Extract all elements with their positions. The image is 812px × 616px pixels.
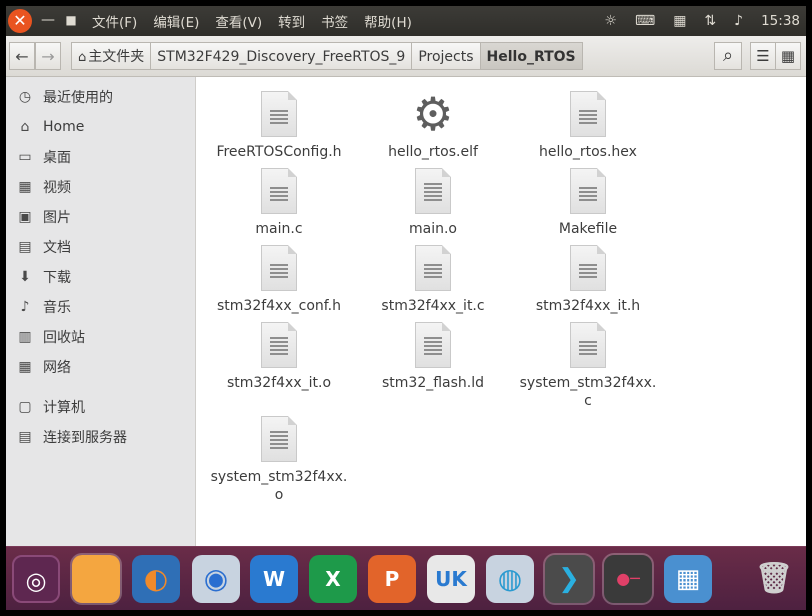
text-file-icon	[570, 91, 606, 137]
chromium-icon[interactable]: ◉	[192, 555, 240, 603]
breadcrumb-project-root[interactable]: STM32F429_Discovery_FreeRTOS_9	[150, 42, 413, 70]
text-file-icon	[261, 245, 297, 291]
document-icon: ▤	[18, 239, 32, 255]
remote-desktop-icon[interactable]: ●─	[602, 553, 654, 605]
file-item[interactable]: FreeRTOSConfig.h	[209, 91, 349, 161]
system-tray: ☼ ⌨ ▦ ⇅ ♪ 15:38	[604, 6, 800, 36]
breadcrumb-home[interactable]: ⌂ 主文件夹	[71, 42, 152, 70]
sidebar-item-home[interactable]: ⌂ Home	[16, 116, 85, 138]
text-file-icon	[415, 245, 451, 291]
file-item[interactable]: Makefile	[518, 168, 658, 238]
sidebar: ◷ 最近使用的 ⌂ Home ▭ 桌面 ▦ 视频 ▣ 图片 ▤ 文档 ⬇ 下载 ♪ 音乐 ▥ 回收…	[6, 77, 196, 546]
impress-icon[interactable]: P	[368, 555, 416, 603]
breadcrumb-hello-rtos[interactable]: Hello_RTOS	[479, 42, 583, 70]
file-item[interactable]: system_stm32f4xx.c	[518, 322, 658, 410]
sidebar-item-network[interactable]: ▦ 网络	[16, 356, 71, 378]
writer-icon[interactable]: W	[250, 555, 298, 603]
text-file-icon	[261, 91, 297, 137]
menu-bookmarks[interactable]: 书签	[321, 11, 348, 31]
trash-icon: ▥	[18, 329, 32, 345]
calc-icon[interactable]: X	[309, 555, 357, 603]
sidebar-item-desktop[interactable]: ▭ 桌面	[16, 146, 71, 168]
sidebar-item-recent[interactable]: ◷ 最近使用的	[16, 86, 113, 108]
file-item[interactable]: stm32_flash.ld	[363, 322, 503, 392]
maximize-icon[interactable]: ■	[63, 12, 79, 28]
network-places-icon: ▦	[18, 359, 32, 375]
sidebar-item-computer[interactable]: ▢ 计算机	[16, 396, 85, 418]
sidebar-item-pictures[interactable]: ▣ 图片	[16, 206, 71, 228]
music-icon: ♪	[20, 299, 30, 315]
sidebar-item-connect-server[interactable]: ▤ 连接到服务器	[16, 426, 127, 448]
breadcrumb: ⌂ 主文件夹 STM32F429_Discovery_FreeRTOS_9 Pro…	[71, 42, 583, 70]
text-file-icon	[261, 168, 297, 214]
video-icon: ▦	[18, 179, 32, 195]
back-button[interactable]: ←	[9, 42, 35, 70]
list-view-button[interactable]: ☰	[750, 42, 776, 70]
trash-dock-icon[interactable]: 🗑	[750, 555, 798, 603]
menu-view[interactable]: 查看(V)	[215, 11, 262, 31]
menu-edit[interactable]: 编辑(E)	[153, 11, 199, 31]
menu-bar: 文件(F) 编辑(E) 查看(V) 转到 书签 帮助(H)	[92, 6, 412, 36]
workspace-icon[interactable]: ▦	[664, 555, 712, 603]
dock: ◎ ◐ ◉ W X P UK ◍ ❯ ●─ ▦ 🗑	[6, 546, 806, 610]
sidebar-item-trash[interactable]: ▥ 回收站	[16, 326, 85, 348]
clock[interactable]: 15:38	[761, 13, 800, 29]
recent-icon: ◷	[18, 89, 32, 105]
toolbar: ← → ⌂ 主文件夹 STM32F429_Discovery_FreeRTOS_9…	[6, 36, 806, 77]
file-item[interactable]: main.c	[209, 168, 349, 238]
weather-icon[interactable]: ☼	[604, 13, 617, 29]
file-item[interactable]: stm32f4xx_it.c	[363, 245, 503, 315]
menu-file[interactable]: 文件(F)	[92, 11, 137, 31]
server-icon: ▤	[18, 429, 32, 445]
home-icon: ⌂	[20, 119, 30, 135]
network-icon[interactable]: ⇅	[704, 13, 716, 29]
file-grid: FreeRTOSConfig.h ⚙ hello_rtos.elf hello_…	[196, 77, 806, 546]
files-icon[interactable]	[70, 553, 122, 605]
grid-view-button[interactable]: ▦	[775, 42, 801, 70]
object-file-icon	[415, 168, 451, 214]
download-icon: ⬇	[19, 269, 31, 285]
forward-button[interactable]: →	[35, 42, 61, 70]
ubuntu-icon[interactable]: ◎	[12, 555, 60, 603]
minimize-icon[interactable]: —	[40, 12, 56, 28]
gear-icon: ⚙	[412, 87, 454, 141]
firefox-icon[interactable]: ◐	[132, 555, 180, 603]
computer-icon: ▢	[18, 399, 32, 415]
file-item[interactable]: ⚙ hello_rtos.elf	[363, 91, 503, 161]
software-center-icon[interactable]: UK	[427, 555, 475, 603]
text-file-icon	[570, 168, 606, 214]
file-item[interactable]: hello_rtos.hex	[518, 91, 658, 161]
object-file-icon	[415, 322, 451, 368]
object-file-icon	[261, 322, 297, 368]
sidebar-item-downloads[interactable]: ⬇ 下载	[16, 266, 71, 288]
close-icon[interactable]: ✕	[8, 9, 32, 33]
file-item[interactable]: stm32f4xx_it.h	[518, 245, 658, 315]
file-item[interactable]: stm32f4xx_conf.h	[209, 245, 349, 315]
text-file-icon	[570, 245, 606, 291]
breadcrumb-projects[interactable]: Projects	[411, 42, 481, 70]
calendar-icon[interactable]: ▦	[673, 13, 686, 29]
desktop-icon: ▭	[18, 149, 32, 165]
terminal-icon[interactable]: ❯	[543, 553, 595, 605]
menu-go[interactable]: 转到	[278, 11, 305, 31]
volume-icon[interactable]: ♪	[734, 13, 743, 29]
file-item[interactable]: stm32f4xx_it.o	[209, 322, 349, 392]
sidebar-item-videos[interactable]: ▦ 视频	[16, 176, 71, 198]
text-file-icon	[570, 322, 606, 368]
picture-icon: ▣	[18, 209, 32, 225]
system-tool-icon[interactable]: ◍	[486, 555, 534, 603]
object-file-icon	[261, 416, 297, 462]
sidebar-item-documents[interactable]: ▤ 文档	[16, 236, 71, 258]
menu-help[interactable]: 帮助(H)	[364, 11, 412, 31]
keyboard-icon[interactable]: ⌨	[635, 13, 655, 29]
top-menu-bar: ✕ — ■ 文件(F) 编辑(E) 查看(V) 转到 书签 帮助(H) ☼ ⌨ …	[6, 6, 806, 36]
search-button[interactable]: ⌕	[714, 42, 742, 70]
file-manager-window: ✕ — ■ 文件(F) 编辑(E) 查看(V) 转到 书签 帮助(H) ☼ ⌨ …	[6, 6, 806, 610]
sidebar-item-music[interactable]: ♪ 音乐	[16, 296, 71, 318]
file-item[interactable]: main.o	[363, 168, 503, 238]
file-item[interactable]: system_stm32f4xx.o	[209, 416, 349, 504]
home-icon: ⌂	[78, 50, 87, 65]
